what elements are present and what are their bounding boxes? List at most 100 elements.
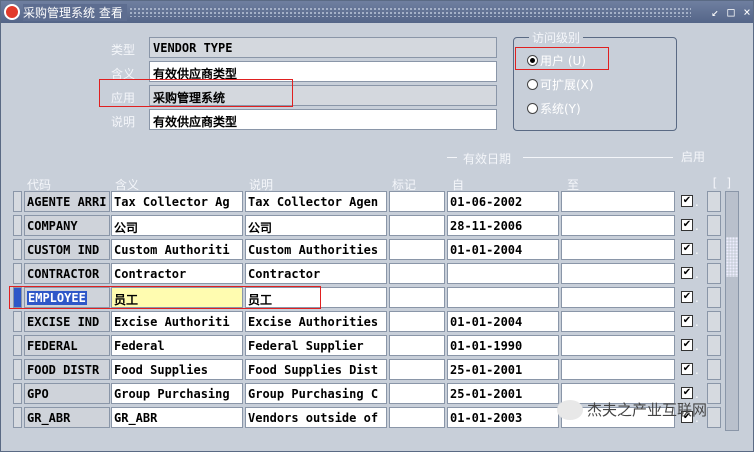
cell-from-date[interactable]: 01-06-2002 (447, 191, 559, 212)
row-selector[interactable] (13, 359, 22, 380)
cell-from-date[interactable]: 01-01-2004 (447, 311, 559, 332)
maximize-icon[interactable]: □ (723, 4, 739, 20)
cell-from-date[interactable]: 25-01-2001 (447, 359, 559, 380)
cell-to-date[interactable] (561, 215, 675, 236)
cell-description[interactable]: Vendors outside of (245, 407, 387, 428)
cell-description[interactable]: Tax Collector Agen (245, 191, 387, 212)
cell-description[interactable]: 公司 (245, 215, 387, 236)
dff-field[interactable] (707, 287, 721, 308)
dff-field[interactable] (707, 263, 721, 284)
cell-to-date[interactable] (561, 239, 675, 260)
row-selector[interactable] (13, 239, 22, 260)
dff-field[interactable] (707, 239, 721, 260)
cell-code[interactable]: CONTRACTOR (24, 263, 110, 284)
dff-field[interactable] (707, 383, 721, 404)
vertical-scrollbar[interactable] (725, 191, 739, 431)
cell-tag[interactable] (389, 311, 445, 332)
cell-code[interactable]: CUSTOM IND (24, 239, 110, 260)
enabled-checkbox[interactable]: ✔ (681, 267, 693, 279)
enabled-checkbox[interactable]: ✔ (681, 243, 693, 255)
cell-to-date[interactable] (561, 335, 675, 356)
cell-tag[interactable] (389, 191, 445, 212)
row-selector[interactable] (13, 311, 22, 332)
enabled-checkbox[interactable]: ✔ (681, 291, 693, 303)
cell-description[interactable]: Group Purchasing C (245, 383, 387, 404)
cell-tag[interactable] (389, 335, 445, 356)
cell-code[interactable]: FOOD DISTR (24, 359, 110, 380)
cell-tag[interactable] (389, 287, 445, 308)
cell-code[interactable]: FEDERAL (24, 335, 110, 356)
enabled-checkbox[interactable]: ✔ (681, 195, 693, 207)
row-indicator: . (695, 219, 699, 233)
dff-field[interactable] (707, 311, 721, 332)
cell-meaning[interactable]: Custom Authoriti (111, 239, 243, 260)
cell-description[interactable]: Excise Authorities (245, 311, 387, 332)
cell-from-date[interactable]: 01-01-1990 (447, 335, 559, 356)
description-field[interactable]: 有效供应商类型 (149, 109, 497, 130)
cell-to-date[interactable] (561, 263, 675, 284)
cell-to-date[interactable] (561, 191, 675, 212)
cell-meaning[interactable]: Contractor (111, 263, 243, 284)
cell-meaning[interactable]: Group Purchasing (111, 383, 243, 404)
cell-from-date[interactable]: 01-01-2004 (447, 239, 559, 260)
cell-tag[interactable] (389, 239, 445, 260)
enabled-checkbox[interactable]: ✔ (681, 387, 693, 399)
cell-meaning[interactable]: Federal (111, 335, 243, 356)
row-selector[interactable] (13, 335, 22, 356)
row-selector[interactable] (13, 407, 22, 428)
radio-system[interactable]: 系统(Y) (527, 100, 581, 117)
scrollbar-thumb[interactable] (726, 237, 738, 277)
radio-extensible[interactable]: 可扩展(X) (527, 76, 594, 93)
dff-field[interactable] (707, 359, 721, 380)
cell-meaning[interactable]: Excise Authoriti (111, 311, 243, 332)
cell-code[interactable]: GR_ABR (24, 407, 110, 428)
enabled-checkbox[interactable]: ✔ (681, 219, 693, 231)
row-selector[interactable] (13, 191, 22, 212)
enabled-checkbox[interactable]: ✔ (681, 363, 693, 375)
enabled-checkbox[interactable]: ✔ (681, 315, 693, 327)
row-indicator: . (695, 195, 699, 209)
watermark: 杰夫之产业互联网 (557, 399, 707, 420)
cell-tag[interactable] (389, 359, 445, 380)
dff-field[interactable] (707, 407, 721, 428)
annotation-box-user (515, 47, 609, 70)
dff-field[interactable] (707, 335, 721, 356)
cell-code[interactable]: COMPANY (24, 215, 110, 236)
dff-field[interactable] (707, 191, 721, 212)
cell-meaning[interactable]: GR_ABR (111, 407, 243, 428)
cell-from-date[interactable]: 28-11-2006 (447, 215, 559, 236)
cell-code[interactable]: GPO (24, 383, 110, 404)
cell-to-date[interactable] (561, 287, 675, 308)
cell-tag[interactable] (389, 407, 445, 428)
cell-description[interactable]: Food Supplies Dist (245, 359, 387, 380)
cell-description[interactable]: Custom Authorities (245, 239, 387, 260)
row-selector[interactable] (13, 383, 22, 404)
cell-description[interactable]: Contractor (245, 263, 387, 284)
valid-dates-header: 有效日期 (463, 152, 512, 166)
cell-to-date[interactable] (561, 311, 675, 332)
dff-field[interactable] (707, 215, 721, 236)
cell-description[interactable]: Federal Supplier (245, 335, 387, 356)
access-level-title: 访问级别 (529, 29, 584, 46)
cell-tag[interactable] (389, 263, 445, 284)
cell-from-date[interactable] (447, 263, 559, 284)
type-field[interactable]: VENDOR TYPE (149, 37, 497, 58)
close-icon[interactable]: × (739, 4, 754, 20)
cell-from-date[interactable]: 25-01-2001 (447, 383, 559, 404)
restore-icon[interactable]: ↙ (707, 4, 723, 20)
cell-meaning[interactable]: Tax Collector Ag (111, 191, 243, 212)
cell-tag[interactable] (389, 215, 445, 236)
cell-from-date[interactable] (447, 287, 559, 308)
cell-from-date[interactable]: 01-01-2003 (447, 407, 559, 428)
cell-meaning[interactable]: 公司 (111, 215, 243, 236)
cell-meaning[interactable]: Food Supplies (111, 359, 243, 380)
cell-code[interactable]: AGENTE ARRI (24, 191, 110, 212)
row-selector[interactable] (13, 215, 22, 236)
cell-tag[interactable] (389, 383, 445, 404)
cell-to-date[interactable] (561, 359, 675, 380)
title-bar-texture (129, 7, 691, 17)
cell-code[interactable]: EXCISE IND (24, 311, 110, 332)
row-selector[interactable] (13, 263, 22, 284)
radio-extensible-label: 可扩展(X) (540, 78, 594, 92)
enabled-checkbox[interactable]: ✔ (681, 339, 693, 351)
